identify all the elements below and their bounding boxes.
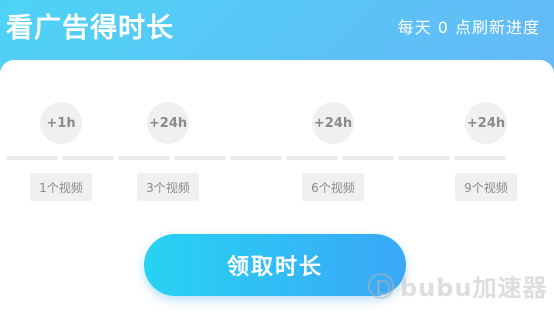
requirement-tag: 1个视频 (30, 173, 92, 201)
reward-bubble: +24h (465, 102, 507, 144)
watermark-text: bubu加速器 (400, 274, 548, 302)
requirement-tag: 9个视频 (455, 173, 517, 201)
progress-segment (6, 156, 58, 160)
requirement-tag: 3个视频 (137, 173, 199, 201)
progress-segment (118, 156, 170, 160)
progress-segment (62, 156, 114, 160)
progress-segment (398, 156, 450, 160)
header-title: 看广告得时长 (6, 13, 174, 44)
reward-bubble: +1h (40, 102, 82, 144)
requirement-tag: 6个视频 (302, 173, 364, 201)
progress-track (6, 154, 506, 162)
refresh-note: 每天 0 点刷新进度 (397, 18, 540, 37)
bubu-logo-icon (368, 272, 394, 299)
claim-duration-button[interactable]: 领取时长 (144, 234, 406, 296)
progress-segment (286, 156, 338, 160)
reward-bubble: +24h (312, 102, 354, 144)
progress-segment (342, 156, 394, 160)
watermark: bubu加速器 (368, 268, 548, 303)
progress-segment (174, 156, 226, 160)
progress-segment (454, 156, 506, 160)
reward-bubble: +24h (147, 102, 189, 144)
progress-segment (230, 156, 282, 160)
